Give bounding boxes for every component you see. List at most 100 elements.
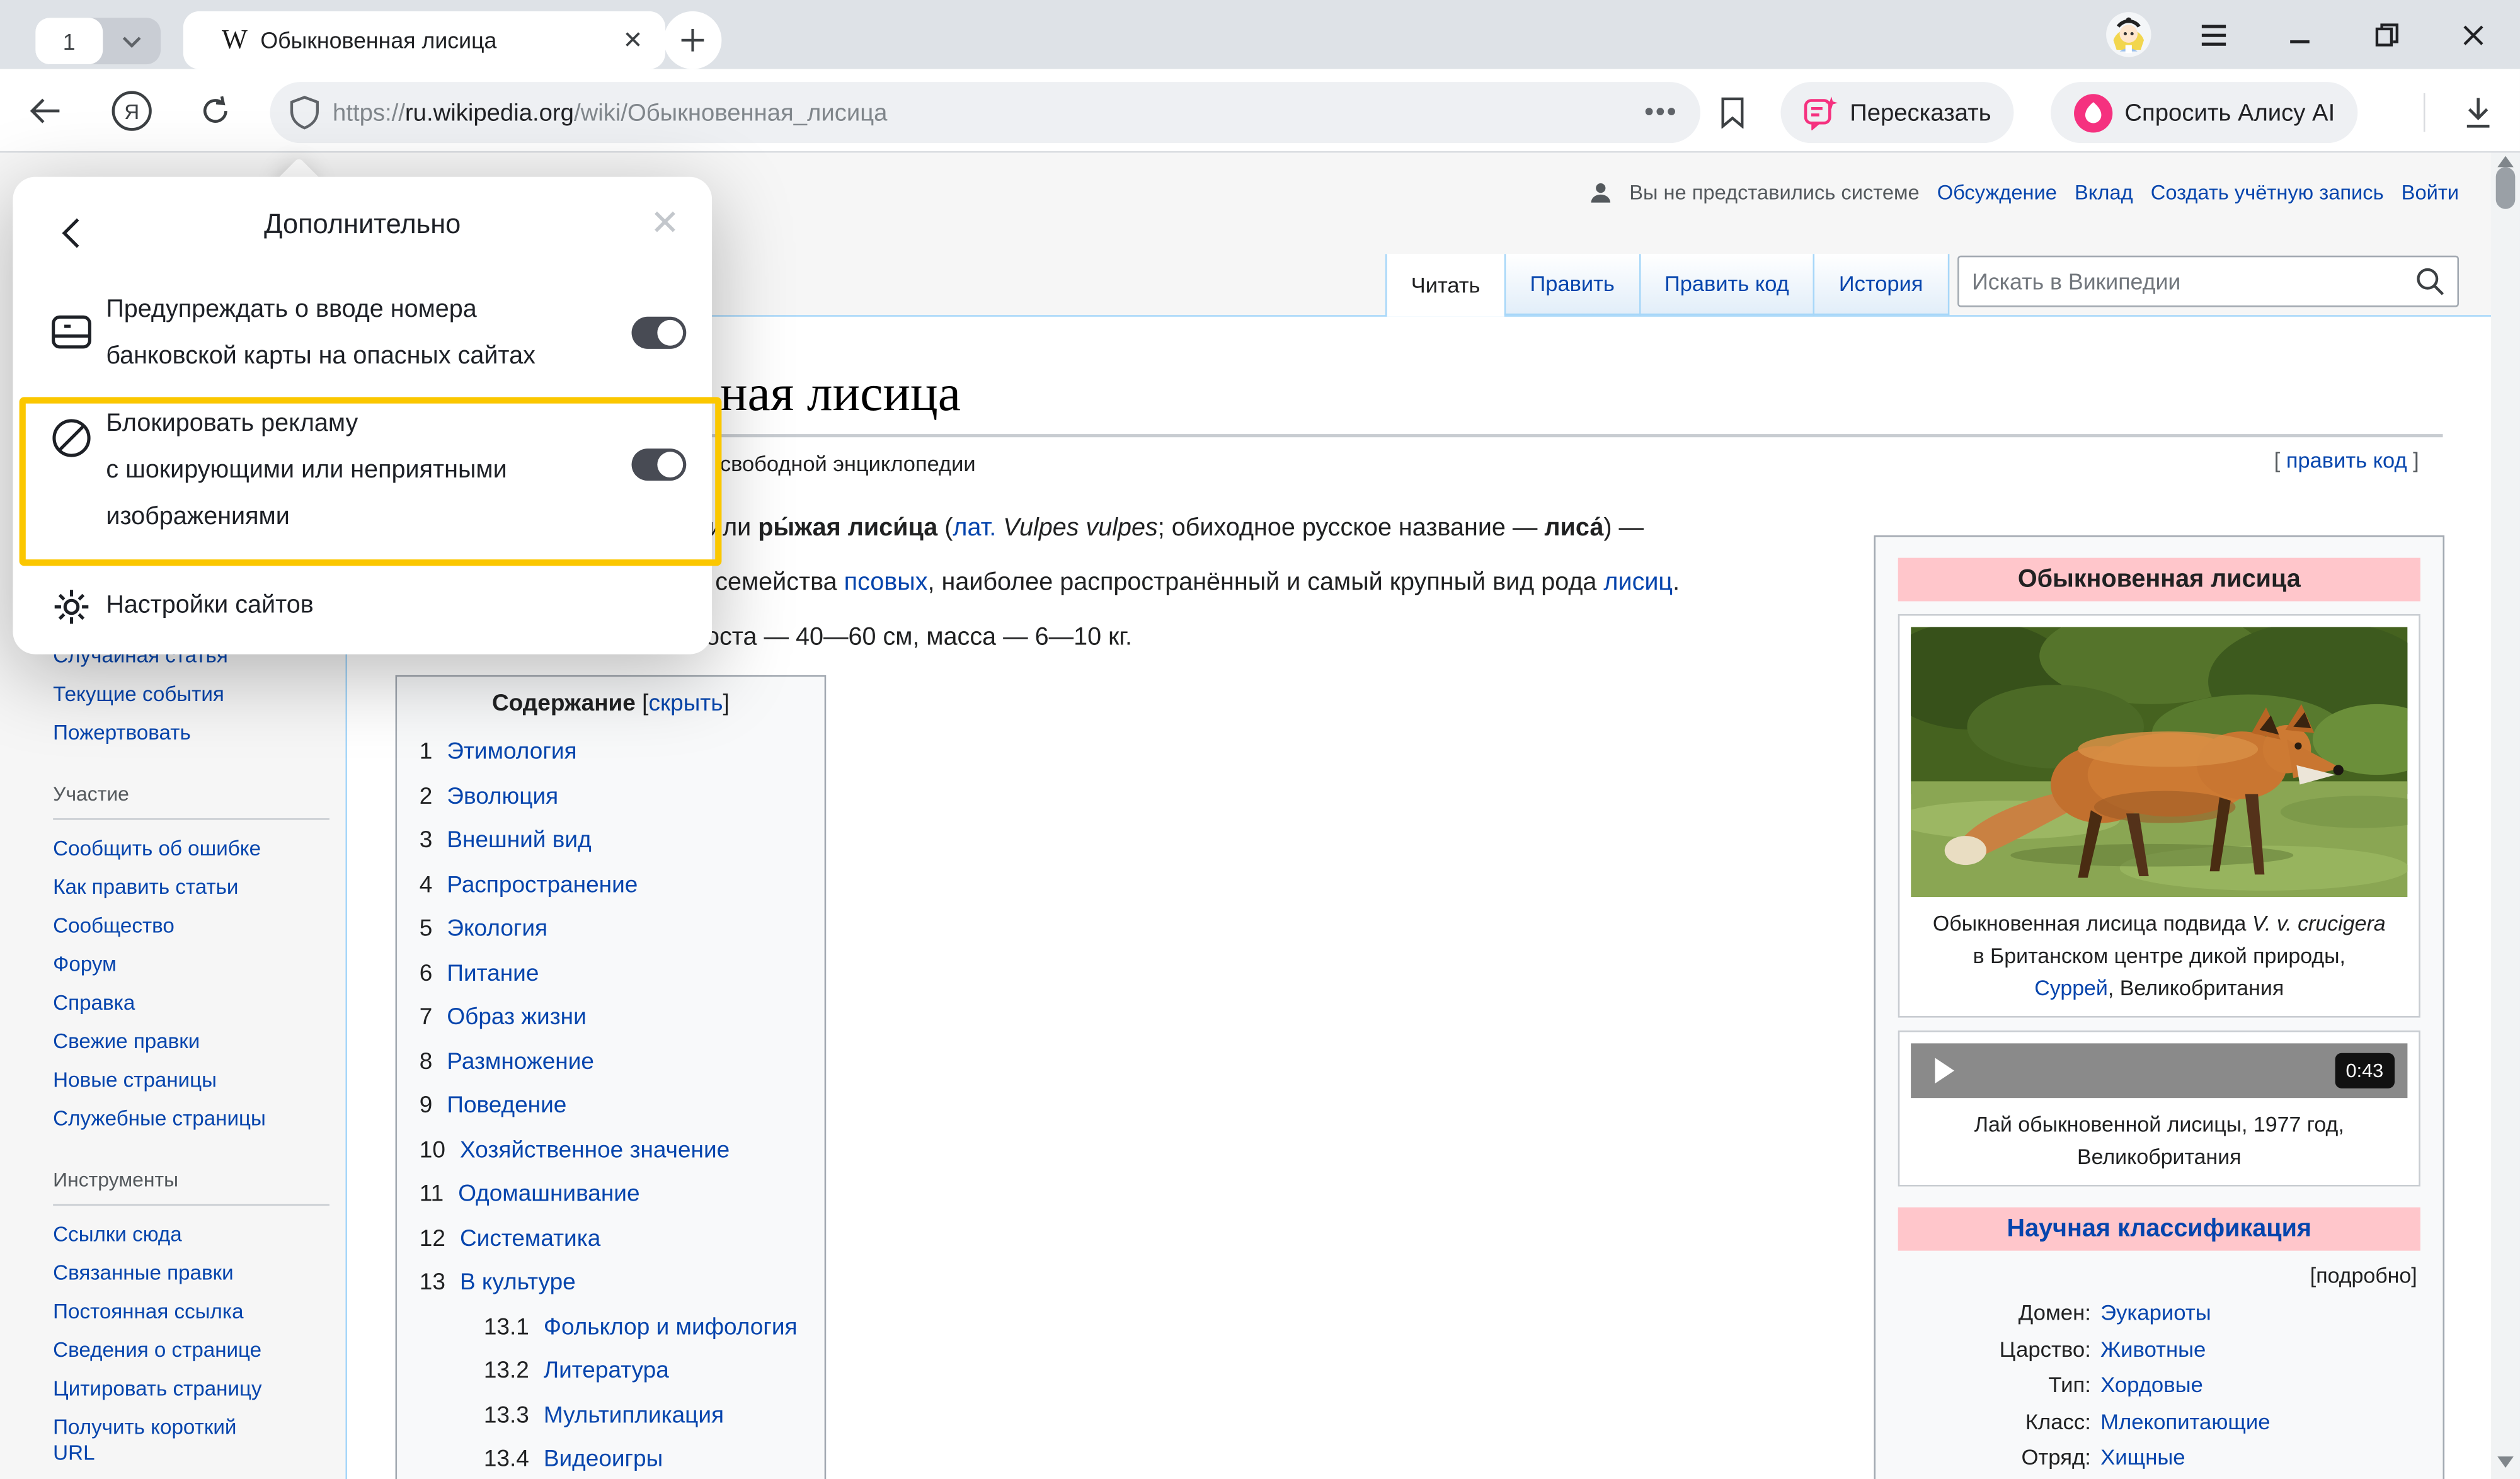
video-caption-line1: Лай обыкновенной лисицы, 1977 год, (1911, 1109, 2407, 1141)
toc-link[interactable]: Видеоигры (544, 1447, 663, 1473)
reload-button[interactable] (183, 94, 248, 126)
toc-link[interactable]: Одомашнивание (458, 1182, 639, 1208)
edit-code-anchor[interactable]: править код (2286, 448, 2407, 472)
toc-link[interactable]: Мультипликация (544, 1403, 724, 1429)
sidebar-link[interactable]: Цитировать страницу (53, 1369, 329, 1408)
address-bar[interactable]: https://ru.wikipedia.org/wiki/Обыкновенн… (270, 82, 1700, 143)
toc-item: 2Эволюция (420, 775, 825, 819)
audio-player[interactable]: 0:43 (1911, 1043, 2407, 1098)
site-settings-label[interactable]: Настройки сайтов (106, 591, 313, 620)
sidebar-link[interactable]: Ссылки сюда (53, 1215, 329, 1253)
classification-detail[interactable]: [подробно] (1876, 1264, 2417, 1288)
classification-value-link[interactable]: Псовые (2100, 1476, 2179, 1479)
search-icon[interactable] (2415, 267, 2444, 296)
toc-link[interactable]: Хозяйственное значение (460, 1138, 730, 1163)
toc-link[interactable]: Питание (447, 961, 539, 986)
fox-photo[interactable] (1911, 627, 2407, 897)
back-button[interactable] (13, 97, 77, 123)
sidebar-link[interactable]: Справка (53, 984, 329, 1022)
sidebar-link[interactable]: Постоянная ссылка (53, 1293, 329, 1331)
sidebar-link[interactable]: Сообщить об ошибке (53, 830, 329, 868)
article-tab[interactable]: История (1813, 254, 1949, 315)
toc-link[interactable]: Систематика (460, 1226, 600, 1252)
sidebar-link[interactable]: Новые страницы (53, 1061, 329, 1099)
search-input[interactable] (1959, 268, 2415, 294)
taxobox-title: Обыкновенная лисица (1898, 558, 2420, 602)
text-segment: Vulpes vulpes (1003, 515, 1157, 542)
toc-link[interactable]: Фольклор и мифология (544, 1314, 798, 1340)
article-tab[interactable]: Читать (1385, 254, 1504, 317)
toc-link[interactable]: Поведение (447, 1093, 566, 1119)
sidebar-link[interactable]: Как править статьи (53, 868, 329, 906)
sidebar-link[interactable]: Текущие события (53, 675, 329, 714)
more-actions-icon[interactable]: ••• (1644, 96, 1678, 128)
adblock-toggle[interactable] (632, 448, 687, 481)
toc-link[interactable]: Экология (447, 917, 547, 942)
restore-button[interactable] (2354, 0, 2419, 69)
personal-link-discussion[interactable]: Обсуждение (1937, 180, 2057, 204)
classification-value-link[interactable]: Хищные (2100, 1441, 2185, 1476)
card-warning-toggle[interactable] (632, 317, 687, 349)
tab-close-icon[interactable]: ✕ (616, 26, 649, 55)
toolbar-divider (2424, 93, 2426, 132)
personal-link-create-account[interactable]: Создать учётную запись (2151, 180, 2384, 204)
sidebar-link[interactable]: Форум (53, 945, 329, 984)
bookmark-icon[interactable] (1700, 82, 1765, 143)
retell-button[interactable]: Пересказать (1781, 82, 2014, 143)
toc-link[interactable]: Эволюция (447, 784, 558, 809)
scrollbar-thumb[interactable] (2496, 167, 2516, 208)
downloads-button[interactable] (2446, 82, 2511, 143)
scrollbar-down-arrow[interactable] (2497, 1456, 2514, 1468)
classification-value-link[interactable]: Хордовые (2100, 1368, 2203, 1404)
toc-link[interactable]: Литература (544, 1359, 669, 1385)
ask-alice-button[interactable]: Спросить Алису AI (2051, 82, 2357, 143)
avatar[interactable] (2096, 0, 2160, 69)
sidebar-link[interactable]: Пожертвовать (53, 714, 329, 752)
toc-link[interactable]: В культуре (460, 1270, 576, 1296)
menu-button[interactable] (2181, 0, 2245, 69)
minimize-button[interactable] (2267, 0, 2332, 69)
scrollbar-track[interactable] (2491, 152, 2520, 1479)
classification-value-link[interactable]: Животные (2100, 1332, 2206, 1368)
toc-item: 3Внешний вид (420, 820, 825, 864)
classification-value-link[interactable]: Млекопитающие (2100, 1404, 2270, 1440)
tab-strip: 1 W Обыкновенная лисица ✕ (0, 0, 2520, 69)
toc-link[interactable]: Размножение (447, 1049, 594, 1075)
new-tab-button[interactable] (664, 11, 722, 69)
sidebar-link[interactable]: Сообщество (53, 906, 329, 945)
personal-link-login[interactable]: Войти (2402, 180, 2459, 204)
sidebar-link[interactable]: Служебные страницы (53, 1100, 329, 1138)
panel-close-icon[interactable]: ✕ (650, 203, 680, 244)
url-text[interactable]: https://ru.wikipedia.org/wiki/Обыкновенн… (333, 99, 1644, 126)
page-title: ная лисица (720, 363, 961, 423)
toc-item: 9Поведение (420, 1085, 825, 1129)
browser-tab[interactable]: W Обыкновенная лисица ✕ (183, 11, 665, 69)
close-window-button[interactable] (2441, 0, 2506, 69)
play-icon[interactable] (1933, 1056, 1956, 1085)
classification-label: Домен: (1876, 1296, 2100, 1332)
sidebar-link[interactable]: Сведения о странице (53, 1331, 329, 1369)
tab-group-count[interactable]: 1 (35, 18, 103, 64)
chevron-down-icon[interactable] (103, 18, 161, 64)
article-tab[interactable]: Править код (1639, 254, 1813, 315)
card-warning-line1: Предупреждать о вводе номера (106, 296, 476, 325)
user-icon (1589, 181, 1612, 203)
classification-header-link[interactable]: Научная классификация (2007, 1215, 2311, 1242)
sidebar-link[interactable]: Получить короткий URL (53, 1408, 270, 1473)
toc-link[interactable]: Этимология (447, 740, 576, 765)
toc-link[interactable]: Внешний вид (447, 828, 591, 854)
classification-value-link[interactable]: Эукариоты (2100, 1296, 2211, 1332)
article-tab[interactable]: Править (1504, 254, 1639, 315)
tab-group-button[interactable]: 1 (35, 18, 161, 64)
toc-hide-link[interactable]: скрыть (648, 691, 723, 717)
shield-icon[interactable] (289, 95, 319, 130)
sidebar-link[interactable]: Свежие правки (53, 1022, 329, 1061)
yandex-button[interactable]: Я (100, 89, 164, 131)
sidebar-link[interactable]: Связанные правки (53, 1254, 329, 1293)
personal-link-contributions[interactable]: Вклад (2075, 180, 2133, 204)
taxobox-video-frame: 0:43 Лай обыкновенной лисицы, 1977 год, … (1898, 1031, 2420, 1187)
scrollbar-up-arrow[interactable] (2497, 156, 2514, 168)
toc-link[interactable]: Образ жизни (447, 1005, 586, 1031)
toc-link[interactable]: Распространение (447, 872, 638, 898)
article-tab-label: История (1839, 271, 1923, 295)
